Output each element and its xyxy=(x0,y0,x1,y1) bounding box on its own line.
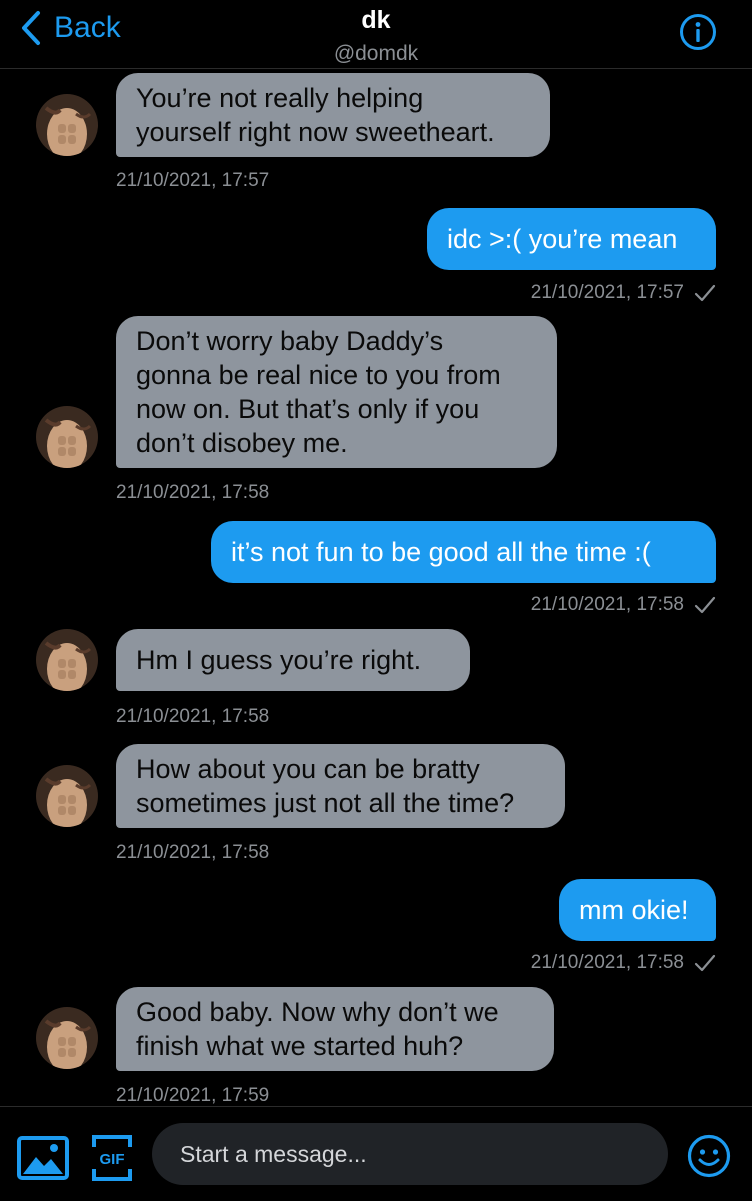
emoji-icon[interactable] xyxy=(686,1133,732,1179)
message-text: You’re not really helping yourself right … xyxy=(136,81,495,149)
message-line: idc >:( you’re mean xyxy=(447,224,678,254)
incoming-message-bubble[interactable]: Good baby. Now why don’t we finish what w… xyxy=(116,987,554,1071)
avatar[interactable] xyxy=(36,406,98,468)
message-timestamp: 21/10/2021, 17:57 xyxy=(116,170,269,192)
message-list[interactable]: You’re not really helping yourself right … xyxy=(0,68,752,1105)
incoming-message-bubble[interactable]: Don’t worry baby Daddy’s gonna be real ni… xyxy=(116,316,557,468)
message-timestamp: 21/10/2021, 17:57 xyxy=(531,282,716,304)
conversation-title[interactable]: dk xyxy=(0,6,752,35)
avatar[interactable] xyxy=(36,1007,98,1069)
message-timestamp: 21/10/2021, 17:58 xyxy=(116,842,269,864)
outgoing-message-bubble[interactable]: mm okie! xyxy=(559,879,716,941)
message-line: gonna be real nice to you from xyxy=(136,360,501,390)
message-line: don’t disobey me. xyxy=(136,428,348,458)
avatar-image xyxy=(36,94,98,156)
message-text: idc >:( you’re mean xyxy=(447,222,677,256)
gif-icon: GIF xyxy=(92,1135,132,1181)
message-line: it’s not fun to be good all the time :( xyxy=(231,537,651,567)
gif-label: GIF xyxy=(100,1151,125,1168)
timestamp-text: 21/10/2021, 17:58 xyxy=(116,706,270,727)
message-line: Hm I guess you’re right. xyxy=(136,645,422,675)
timestamp-text: 21/10/2021, 17:57 xyxy=(530,282,684,303)
timestamp-text: 21/10/2021, 17:58 xyxy=(530,952,684,973)
message-line: How about you can be bratty xyxy=(136,754,480,784)
outgoing-message-bubble[interactable]: it’s not fun to be good all the time :( xyxy=(211,521,716,583)
message-line: yourself right now sweetheart. xyxy=(136,117,495,147)
gif-button[interactable]: GIF xyxy=(92,1135,132,1181)
message-timestamp: 21/10/2021, 17:59 xyxy=(116,1085,269,1105)
message-text: Hm I guess you’re right. xyxy=(136,643,421,677)
message-line: finish what we started huh? xyxy=(136,1031,464,1061)
timestamp-text: 21/10/2021, 17:58 xyxy=(116,842,270,863)
message-input[interactable] xyxy=(152,1123,668,1185)
avatar[interactable] xyxy=(36,765,98,827)
message-timestamp: 21/10/2021, 17:58 xyxy=(116,482,269,504)
message-text: How about you can be bratty sometimes jus… xyxy=(136,752,514,820)
checkmark-icon xyxy=(694,284,716,302)
avatar[interactable] xyxy=(36,629,98,691)
message-line: Good baby. Now why don’t we xyxy=(136,997,499,1027)
timestamp-text: 21/10/2021, 17:57 xyxy=(116,170,270,191)
timestamp-text: 21/10/2021, 17:59 xyxy=(116,1085,270,1105)
message-line: sometimes just not all the time? xyxy=(136,788,515,818)
incoming-message-bubble[interactable]: How about you can be bratty sometimes jus… xyxy=(116,744,565,828)
message-line: mm okie! xyxy=(579,895,689,925)
image-icon[interactable] xyxy=(16,1135,70,1181)
info-icon[interactable] xyxy=(678,12,718,52)
timestamp-text: 21/10/2021, 17:58 xyxy=(530,594,684,615)
incoming-message-bubble[interactable]: Hm I guess you’re right. xyxy=(116,629,470,691)
message-text: mm okie! xyxy=(579,893,689,927)
message-line: now on. But that’s only if you xyxy=(136,394,480,424)
message-timestamp: 21/10/2021, 17:58 xyxy=(531,594,716,616)
message-text: Good baby. Now why don’t we finish what w… xyxy=(136,995,499,1063)
avatar-image xyxy=(36,765,98,827)
avatar-image xyxy=(36,1007,98,1069)
message-composer: GIF xyxy=(0,1106,752,1201)
message-line: You’re not really helping xyxy=(136,83,424,113)
avatar-image xyxy=(36,629,98,691)
avatar-image xyxy=(36,406,98,468)
message-line: Don’t worry baby Daddy’s xyxy=(136,326,444,356)
incoming-message-bubble[interactable]: You’re not really helping yourself right … xyxy=(116,73,550,157)
message-timestamp: 21/10/2021, 17:58 xyxy=(116,706,269,728)
message-text: it’s not fun to be good all the time :( xyxy=(231,535,651,569)
outgoing-message-bubble[interactable]: idc >:( you’re mean xyxy=(427,208,716,270)
avatar[interactable] xyxy=(36,94,98,156)
timestamp-text: 21/10/2021, 17:58 xyxy=(116,482,270,503)
conversation-header: Back dk @domdk xyxy=(0,0,752,69)
message-timestamp: 21/10/2021, 17:58 xyxy=(531,952,716,974)
message-text: Don’t worry baby Daddy’s gonna be real ni… xyxy=(136,324,501,460)
checkmark-icon xyxy=(694,596,716,614)
checkmark-icon xyxy=(694,954,716,972)
conversation-handle: @domdk xyxy=(333,42,419,65)
